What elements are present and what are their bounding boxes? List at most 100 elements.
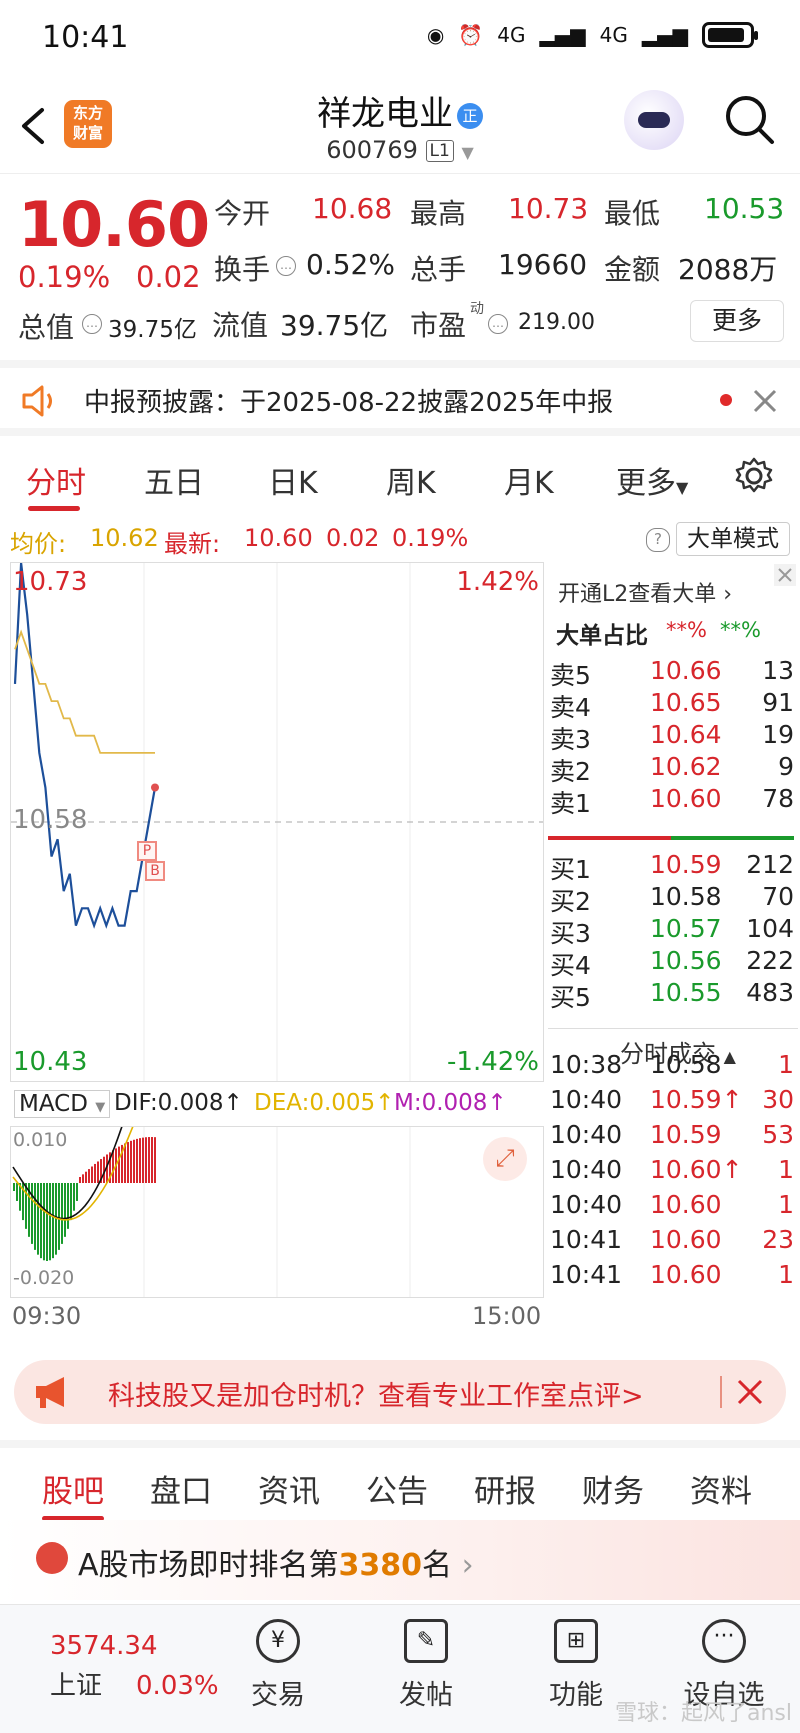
nav-trade-label: 交易: [251, 1680, 305, 1711]
macd-bar: [142, 1137, 144, 1183]
amount-value: 2088万: [678, 253, 778, 286]
close-icon[interactable]: [774, 564, 796, 586]
bid-row[interactable]: 买5 10.55 483: [548, 978, 794, 1014]
price-line: [13, 563, 157, 929]
tab-intraday[interactable]: 分时: [26, 458, 86, 502]
tab-monthly-k[interactable]: 月K: [504, 458, 554, 502]
bid-volume: 483: [746, 978, 794, 1007]
tick-price: 10.60: [650, 1260, 722, 1289]
tab-profile[interactable]: 资料: [690, 1466, 752, 1511]
tab-finance[interactable]: 财务: [582, 1466, 644, 1511]
expand-icon[interactable]: ⤢: [483, 1137, 527, 1181]
open-label: 今开: [214, 197, 271, 230]
bid-price: 10.56: [650, 946, 722, 975]
notice-bar[interactable]: 中报预披露：于2025-08-22披露2025年中报: [0, 360, 800, 436]
l2-link-label: 开通L2查看大单: [558, 582, 717, 607]
ask-row[interactable]: 卖3 10.64 19: [548, 720, 794, 756]
amount-label: 金额: [604, 253, 661, 286]
dropdown-icon: ▼: [461, 143, 474, 162]
ask-row[interactable]: 卖5 10.66 13: [548, 656, 794, 692]
tick-time: 10:38: [550, 1050, 623, 1079]
level-badge: L1: [425, 140, 454, 162]
tab-research[interactable]: 研报: [474, 1466, 536, 1511]
tick-row[interactable]: 10:40 10.60↑ 1: [548, 1155, 794, 1191]
more-button[interactable]: 更多: [690, 300, 784, 342]
active-tab-indicator: [28, 506, 80, 511]
bid-label: 买5: [550, 983, 591, 1012]
ask-label: 卖2: [550, 757, 591, 786]
tab-announcements[interactable]: 公告: [366, 1466, 428, 1511]
ask-volume: 13: [762, 656, 794, 685]
divider: [720, 1376, 722, 1408]
ask-row[interactable]: 卖4 10.65 91: [548, 688, 794, 724]
tab-daily-k[interactable]: 日K: [268, 458, 318, 502]
tick-row[interactable]: 10:41 10.60 23: [548, 1225, 794, 1261]
macd-bar: [25, 1183, 27, 1229]
ask-row[interactable]: 卖2 10.62 9: [548, 752, 794, 788]
info-icon[interactable]: …: [82, 314, 102, 334]
avg-price-line: [14, 629, 155, 754]
tick-row[interactable]: 10:41 10.60 1: [548, 1260, 794, 1296]
macd-bar: [67, 1183, 69, 1229]
close-icon[interactable]: [752, 388, 778, 414]
bid-row[interactable]: 买2 10.58 70: [548, 882, 794, 918]
assistant-robot-icon[interactable]: [624, 90, 684, 150]
macd-chart[interactable]: 0.010 -0.020 ⤢: [10, 1126, 544, 1298]
ask-row[interactable]: 卖1 10.60 78: [548, 784, 794, 820]
market-rank-banner[interactable]: A股市场即时排名第3380名 ›: [0, 1520, 800, 1600]
tick-row[interactable]: 10:40 10.59 53: [548, 1120, 794, 1156]
tick-time: 10:40: [550, 1190, 623, 1219]
latest-pct: 0.19%: [392, 524, 469, 552]
tab-pankou[interactable]: 盘口: [150, 1466, 212, 1511]
macd-bar: [94, 1163, 96, 1183]
tick-row[interactable]: 10:40 10.59↑ 30: [548, 1085, 794, 1121]
nav-post[interactable]: ✎ 发帖: [366, 1619, 486, 1712]
intraday-chart[interactable]: 10.73 10.58 10.43 1.42% -1.42% P B: [10, 562, 544, 1082]
index-widget[interactable]: 3574.34 上证 0.03%: [50, 1631, 219, 1702]
bid-label: 买2: [550, 887, 591, 916]
tick-time: 10:40: [550, 1085, 623, 1114]
stock-code-row[interactable]: 600769 L1 ▼: [0, 136, 800, 164]
tab-weekly-k[interactable]: 周K: [386, 458, 436, 502]
megaphone-icon: [36, 1377, 64, 1408]
status-bar: 10:41 ◉ ⏰ 4G ▂▄▆ 4G ▂▄▆: [0, 0, 800, 78]
search-icon[interactable]: [722, 92, 778, 148]
big-order-ratio-label: 大单占比: [556, 623, 648, 649]
avg-price-bar: 均价: 10.62 最新: 10.60 0.02 0.19% ? 大单模式: [0, 516, 800, 560]
y-axis-top: 10.73: [13, 567, 88, 597]
marker-b[interactable]: B: [145, 861, 165, 881]
pe-superscript: 动: [470, 301, 484, 317]
marker-p[interactable]: P: [137, 841, 157, 861]
m-value: M:0.008↑: [394, 1090, 507, 1116]
l2-link[interactable]: 开通L2查看大单 ›: [558, 576, 732, 608]
macd-bar: [154, 1137, 156, 1183]
tab-more[interactable]: 更多▼: [616, 458, 688, 502]
tab-news[interactable]: 资讯: [258, 1466, 320, 1511]
help-icon[interactable]: ?: [646, 528, 670, 552]
pe-label: 市盈: [410, 309, 467, 342]
chevron-right-icon: ›: [461, 1548, 474, 1583]
promo-banner[interactable]: 科技股又是加仓时机？查看专业工作室点评>: [14, 1360, 786, 1424]
bid-price: 10.57: [650, 914, 722, 943]
bid-row[interactable]: 买1 10.59 212: [548, 850, 794, 886]
gear-icon[interactable]: [734, 456, 774, 496]
volume-value: 19660: [498, 248, 588, 281]
network-label-1: 4G: [497, 23, 526, 47]
macd-selector[interactable]: MACD ▼: [14, 1090, 111, 1118]
info-icon[interactable]: …: [276, 256, 296, 276]
bid-row[interactable]: 买3 10.57 104: [548, 914, 794, 950]
close-icon[interactable]: [736, 1378, 764, 1406]
tick-row[interactable]: 10:38 10.58 1: [548, 1050, 794, 1086]
tab-guba[interactable]: 股吧: [42, 1466, 104, 1511]
status-icons: ◉ ⏰ 4G ▂▄▆ 4G ▂▄▆: [427, 22, 758, 48]
nav-trade[interactable]: ¥ 交易: [218, 1619, 338, 1712]
macd-bar: [40, 1183, 42, 1259]
big-order-mode-button[interactable]: 大单模式: [676, 522, 790, 556]
tab-five-day[interactable]: 五日: [144, 458, 204, 502]
macd-bar: [13, 1183, 15, 1191]
bid-row[interactable]: 买4 10.56 222: [548, 946, 794, 982]
tick-time: 10:41: [550, 1225, 623, 1254]
tick-price: 10.58: [650, 1050, 722, 1079]
tick-row[interactable]: 10:40 10.60 1: [548, 1190, 794, 1226]
info-icon[interactable]: …: [488, 314, 508, 334]
